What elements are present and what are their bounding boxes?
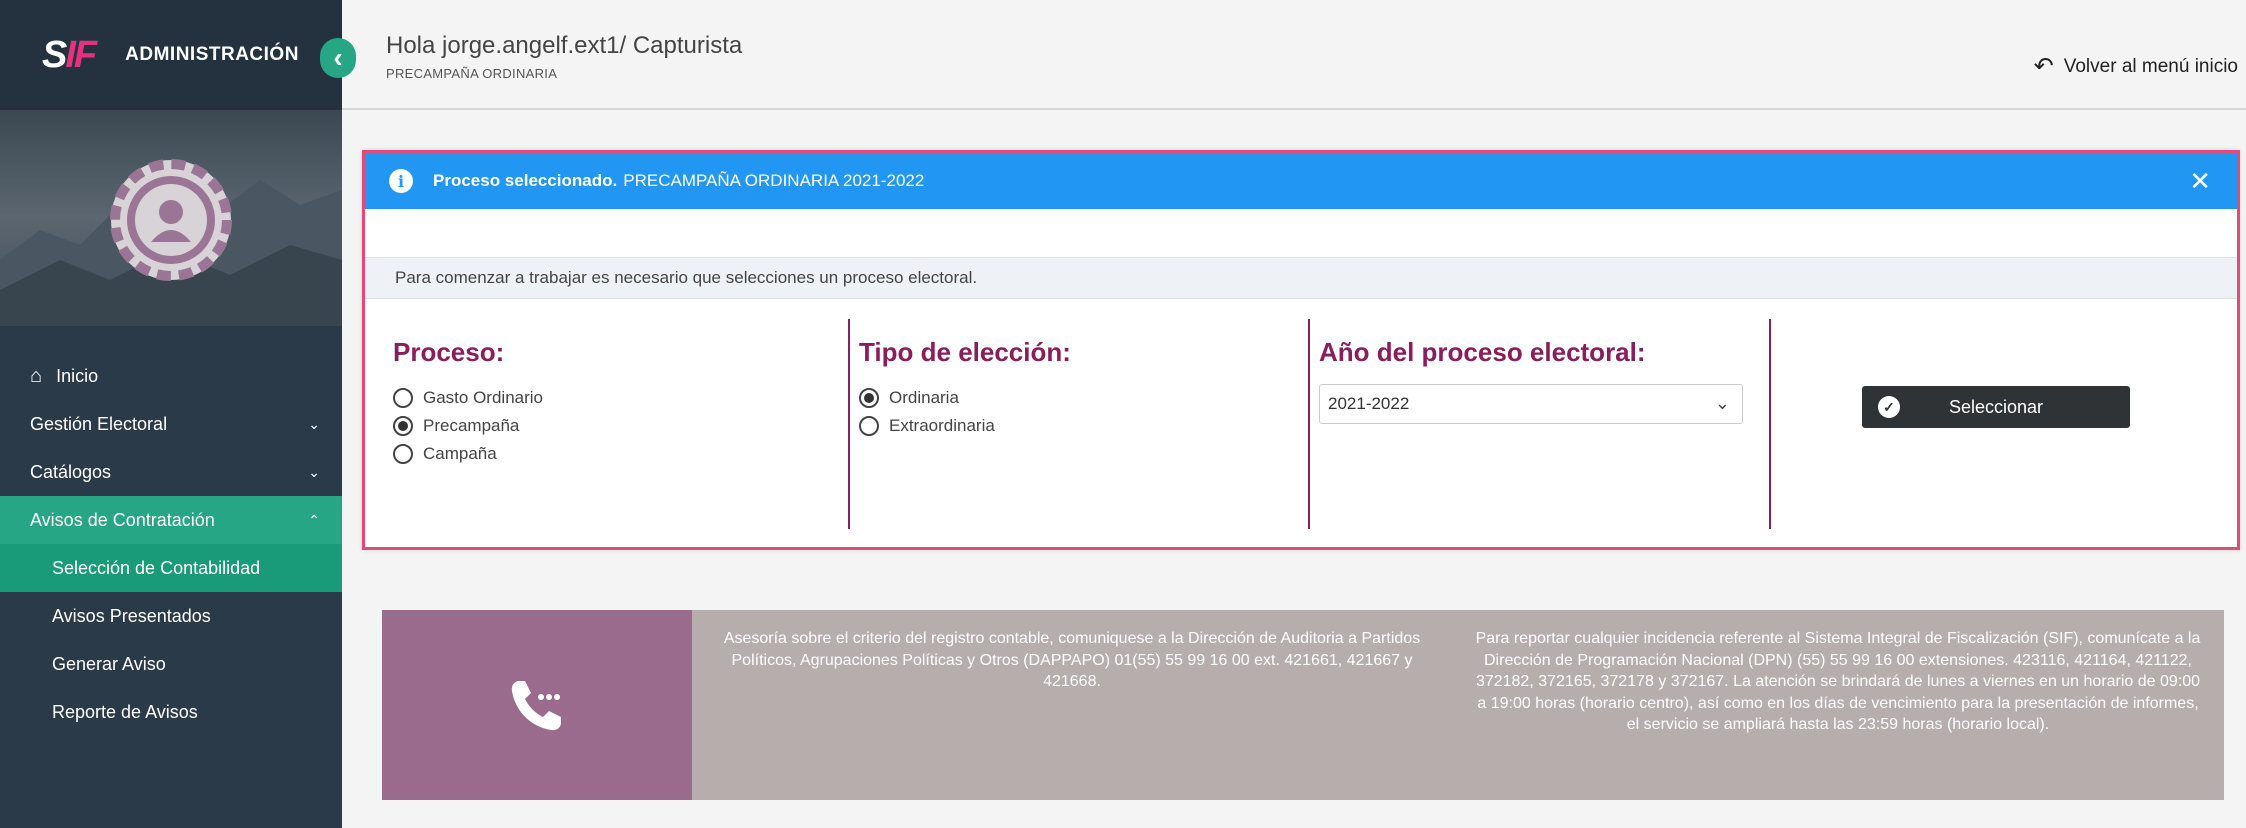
sidebar-subitem-label: Generar Aviso [52,653,166,674]
sidebar-item-label: Inicio [56,365,99,386]
sidebar-nav: ⌂ Inicio Gestión Electoral ⌄ Catálogos ⌄… [0,326,342,736]
column-divider [848,319,850,529]
radio-gasto-ordinario[interactable]: Gasto Ordinario [393,384,863,412]
sidebar-item-label: Gestión Electoral [30,413,168,434]
radio-campana[interactable]: Campaña [393,440,863,468]
proceso-title: Proceso: [393,337,505,367]
tipo-eleccion-title: Tipo de elección: [859,337,1071,367]
auditoria-contact-text: Asesoría sobre el criterio del registro … [723,630,1421,691]
sidebar-item-avisos-contratacion[interactable]: Avisos de Contratación ⌃ [0,496,342,544]
radio-circle[interactable] [393,416,413,436]
radio-label: Ordinaria [889,388,959,407]
anio-select[interactable]: 2021-2022 ⌄ [1319,384,1743,424]
radio-circle[interactable] [393,444,413,464]
radio-extraordinaria[interactable]: Extraordinaria [859,412,1299,440]
top-header: Hola jorge.angelf.ext1/ Capturista PRECA… [342,0,2246,110]
collapse-sidebar-button[interactable]: ‹ [320,38,356,78]
instruction-text: Para comenzar a trabajar es necesario qu… [365,257,2237,299]
radio-circle[interactable] [859,388,879,408]
proceso-column: Proceso: Gasto Ordinario Precampaña Camp… [393,319,863,529]
chevron-down-icon: ⌄ [1714,393,1730,413]
info-icon: i [389,169,413,193]
user-banner [0,110,342,326]
anio-title: Año del proceso electoral: [1319,337,1646,367]
anio-column: Año del proceso electoral: 2021-2022 ⌄ [1319,319,1759,529]
radio-ordinaria[interactable]: Ordinaria [859,384,1299,412]
check-circle-icon: ✓ [1878,396,1900,418]
logo-s: S [42,33,67,76]
alert-text: PRECAMPAÑA ORDINARIA 2021-2022 [623,171,925,190]
radio-label: Gasto Ordinario [423,388,543,407]
info-alert: i Proceso seleccionado. PRECAMPAÑA ORDIN… [365,153,2237,209]
phone-icon-box [382,610,692,800]
chevron-down-icon: ⌄ [308,415,320,432]
column-divider [1308,319,1310,529]
chevron-left-icon: ‹ [333,42,343,73]
seleccionar-button[interactable]: ✓ Seleccionar [1862,386,2130,428]
tipo-eleccion-column: Tipo de elección: Ordinaria Extraordinar… [859,319,1299,529]
sidebar-subitem-seleccion-contabilidad[interactable]: Selección de Contabilidad [0,544,342,592]
mountain-background [0,159,342,326]
sif-logo: S IF [42,33,97,77]
sidebar-subitem-label: Selección de Contabilidad [52,557,261,578]
phone-icon [511,681,561,731]
brand-title: ADMINISTRACIÓN [125,44,299,65]
seleccionar-button-label: Seleccionar [1948,396,2044,417]
sidebar: S IF ADMINISTRACIÓN ‹ ⌂ Inicio Gestión El… [0,0,356,828]
sidebar-subitem-label: Reporte de Avisos [52,701,198,722]
column-divider [1769,319,1771,529]
sidebar-item-catalogos[interactable]: Catálogos ⌄ [0,448,342,496]
sidebar-item-label: Avisos de Contratación [30,509,215,530]
home-icon: ⌂ [30,364,43,387]
back-link-label: Volver al menú inicio [2063,55,2238,77]
anio-selected-value: 2021-2022 [1328,394,1410,413]
dpn-contact-text: Para reportar cualquier incidencia refer… [1475,630,2201,734]
back-to-menu-link[interactable]: ↶ Volver al menú inicio [2034,52,2238,81]
process-selection-panel: i Proceso seleccionado. PRECAMPAÑA ORDIN… [362,150,2240,550]
chevron-down-icon: ⌄ [308,463,320,480]
reply-arrow-icon: ↶ [2033,53,2054,80]
logo-if: IF [65,33,97,76]
brand-bar: S IF ADMINISTRACIÓN ‹ [0,0,356,110]
radio-circle[interactable] [859,416,879,436]
contact-info-banner: Asesoría sobre el criterio del registro … [382,610,2224,800]
close-icon[interactable]: ✕ [2189,166,2211,197]
sidebar-item-gestion-electoral[interactable]: Gestión Electoral ⌄ [0,400,342,448]
radio-label: Extraordinaria [889,416,995,435]
sidebar-subitem-reporte-avisos[interactable]: Reporte de Avisos [0,688,342,736]
radio-label: Precampaña [423,416,520,435]
radio-circle[interactable] [393,388,413,408]
sidebar-item-inicio[interactable]: ⌂ Inicio [0,352,342,400]
process-subtitle: PRECAMPAÑA ORDINARIA [386,66,558,81]
avatar [110,159,232,281]
sidebar-subitem-generar-aviso[interactable]: Generar Aviso [0,640,342,688]
radio-label: Campaña [423,444,497,463]
sidebar-subitem-label: Avisos Presentados [52,605,211,626]
alert-bold-text: Proceso seleccionado. [433,171,618,190]
chevron-up-icon: ⌃ [308,511,320,528]
user-greeting: Hola jorge.angelf.ext1/ Capturista [386,32,743,59]
sidebar-item-label: Catálogos [30,461,112,482]
radio-precampana[interactable]: Precampaña [393,412,863,440]
sidebar-subitem-avisos-presentados[interactable]: Avisos Presentados [0,592,342,640]
